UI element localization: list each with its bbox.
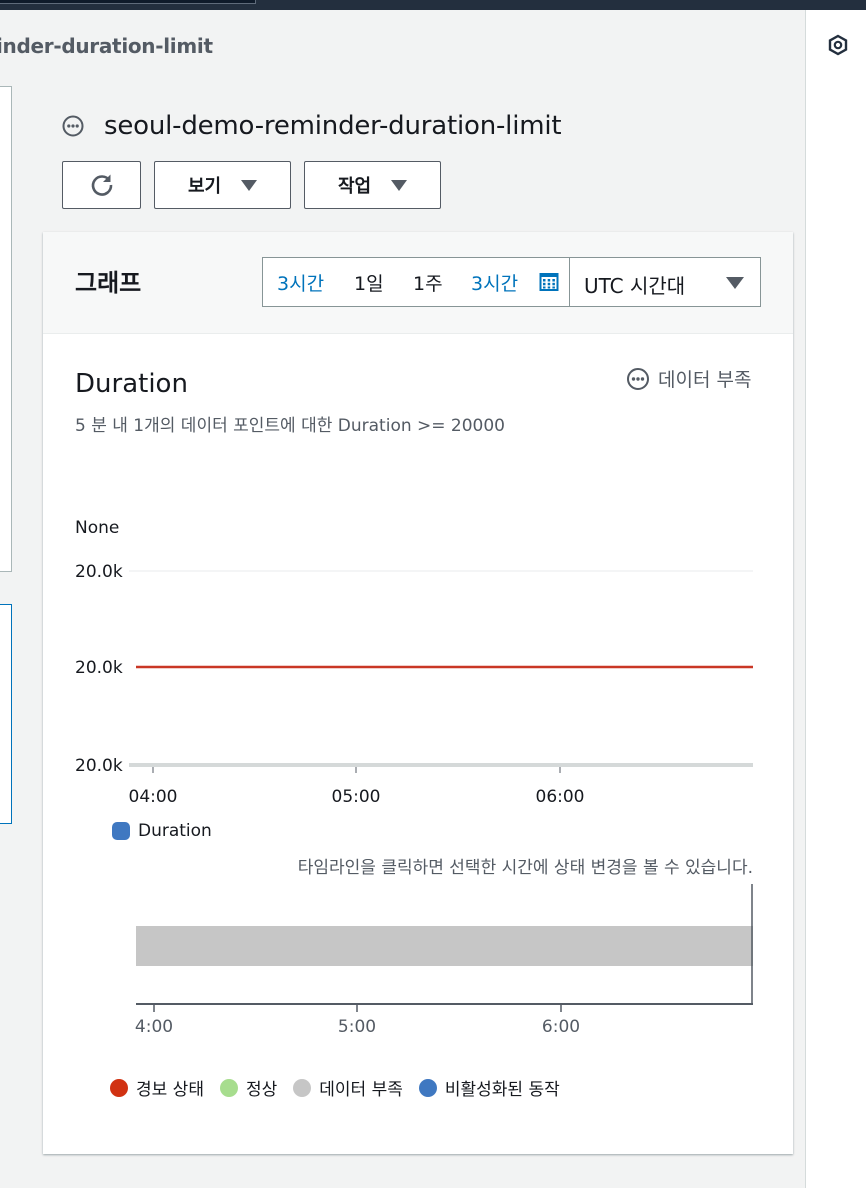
timeline-hint: 타임라인을 클릭하면 선택한 시간에 상태 변경을 볼 수 있습니다.: [297, 858, 753, 878]
left-panel-selected[interactable]: [0, 604, 12, 824]
timeline-tick-label: 6:00: [542, 1017, 580, 1032]
state-legend-label: 비활성화된 동작: [444, 1080, 560, 1100]
state-legend-item: 정상: [219, 1075, 278, 1100]
caret-down-icon: [241, 179, 258, 191]
y-tick-label: 20.0k: [75, 658, 123, 678]
y-tick-label: 20.0k: [75, 562, 123, 582]
state-legend: 경보 상태 정상 데이터 부족 비활성화된 동작: [110, 1075, 576, 1100]
state-legend-label: 경보 상태: [136, 1080, 204, 1100]
actions-dropdown-button[interactable]: 작업: [304, 161, 441, 209]
refresh-button[interactable]: [62, 161, 141, 209]
legend-label: Duration: [138, 821, 212, 841]
timeline-tick-label: 4:00: [135, 1017, 173, 1032]
state-legend-item: 비활성화된 동작: [418, 1075, 560, 1100]
graph-card: 그래프 3시간 1일 1주 3시간 UTC 시간대 Duration 5 분 내…: [43, 232, 793, 1154]
right-rail: [805, 10, 866, 1188]
state-legend-item: 경보 상태: [110, 1075, 204, 1100]
page-header: seoul-demo-reminder-duration-limit: [62, 108, 562, 144]
left-panel: [0, 86, 12, 572]
state-legend-item: 데이터 부족: [293, 1075, 403, 1100]
y-tick-label: 20.0k: [75, 756, 123, 776]
page-title: seoul-demo-reminder-duration-limit: [104, 111, 562, 141]
state-legend-label: 정상: [245, 1080, 278, 1100]
actions-label: 작업: [337, 176, 372, 197]
browser-tab[interactable]: [0, 0, 256, 4]
top-navigation-bar: [0, 0, 866, 10]
help-panel-icon[interactable]: [827, 34, 849, 56]
caret-down-icon: [391, 179, 408, 191]
timeline-bar-insufficient: [136, 926, 753, 966]
view-dropdown-button[interactable]: 보기: [154, 161, 291, 209]
legend-swatch: [112, 822, 130, 840]
state-legend-swatch: [219, 1078, 238, 1097]
x-tick-label: 06:00: [536, 787, 585, 807]
refresh-icon: [91, 174, 112, 196]
x-tick-label: 04:00: [129, 787, 178, 807]
insufficient-data-icon: [62, 115, 84, 137]
timeline-tick-label: 5:00: [338, 1017, 376, 1032]
state-legend-swatch: [293, 1078, 312, 1097]
state-legend-swatch: [110, 1078, 128, 1097]
view-label: 보기: [187, 176, 222, 197]
series-legend[interactable]: Duration: [112, 821, 212, 841]
state-legend-swatch: [418, 1078, 437, 1097]
metric-chart[interactable]: 20.0k 20.0k 20.0k 04:00 05:00 06:00 4:00 5:00 6:…: [43, 232, 793, 1032]
state-legend-label: 데이터 부족: [319, 1080, 403, 1100]
x-tick-label: 05:00: [332, 787, 381, 807]
breadcrumb: inder-duration-limit: [0, 34, 213, 58]
